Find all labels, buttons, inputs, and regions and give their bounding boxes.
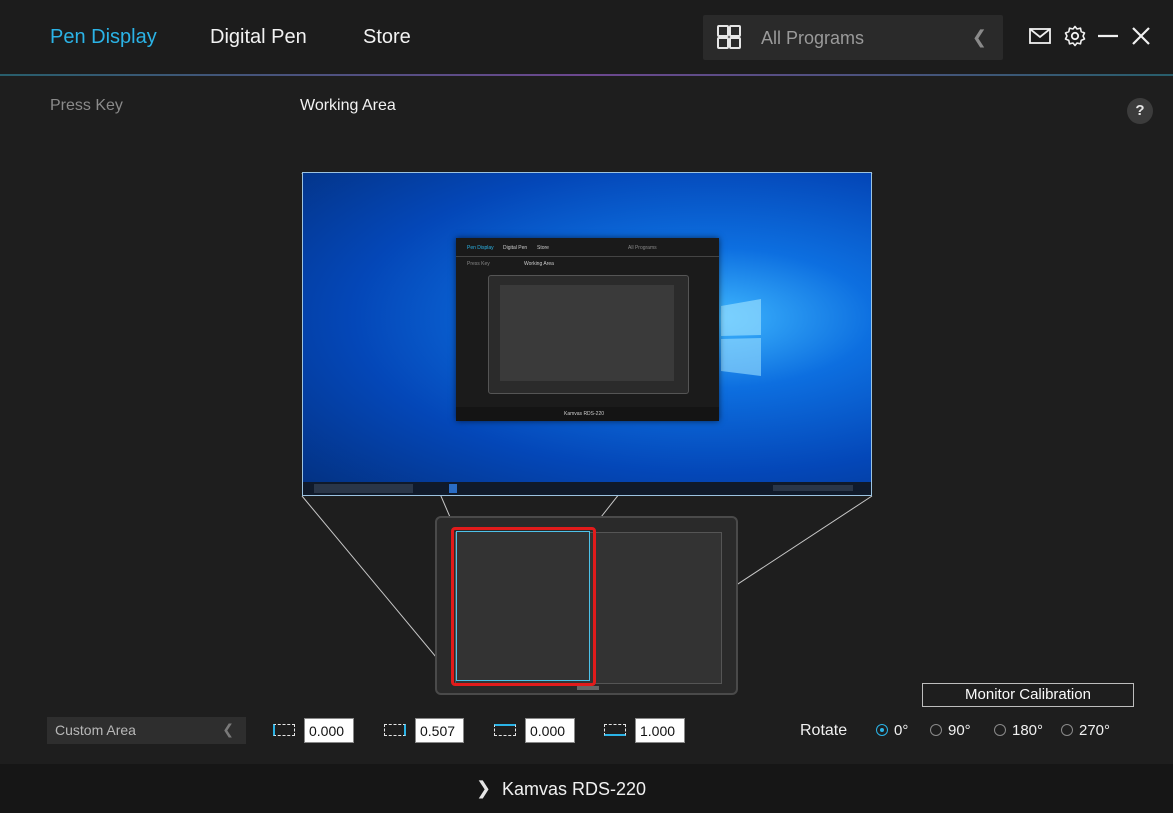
gear-icon[interactable] xyxy=(1063,24,1087,48)
tab-pen-display[interactable]: Pen Display xyxy=(50,26,157,49)
grid-icon xyxy=(717,25,741,49)
minimize-icon[interactable] xyxy=(1096,24,1120,48)
preview-device-name: Kamvas RDS-220 xyxy=(564,411,605,417)
area-bottom-input[interactable] xyxy=(635,718,685,743)
mapped-area-highlight xyxy=(451,527,596,686)
area-top-input[interactable] xyxy=(525,718,575,743)
radio-icon xyxy=(1061,724,1073,736)
bottom-edge-icon xyxy=(604,724,626,736)
subtab-press-key[interactable]: Press Key xyxy=(50,97,123,115)
top-bar: Pen Display Digital Pen Store All Progra… xyxy=(0,0,1173,76)
program-selector[interactable]: All Programs ❮ xyxy=(703,15,1003,60)
device-name: Kamvas RDS-220 xyxy=(502,779,647,799)
tab-store[interactable]: Store xyxy=(363,26,411,49)
preview-tab-digital-pen: Digital Pen xyxy=(503,245,528,251)
preview-subtab-working-area: Working Area xyxy=(524,261,554,267)
rotate-270-radio[interactable]: 270° xyxy=(1061,722,1110,740)
radio-icon xyxy=(930,724,942,736)
area-left-input[interactable] xyxy=(304,718,354,743)
preview-programs-label: All Programs xyxy=(628,245,657,251)
radio-selected-icon xyxy=(876,724,888,736)
area-right-input[interactable] xyxy=(415,718,464,743)
preview-subtab-press-key: Press Key xyxy=(467,261,490,267)
close-icon[interactable] xyxy=(1129,24,1153,48)
top-edge-icon xyxy=(494,724,516,736)
device-footer[interactable]: ❯ Kamvas RDS-220 xyxy=(0,764,1173,813)
chevron-left-icon[interactable]: ❮ xyxy=(972,27,987,48)
program-selector-label: All Programs xyxy=(761,28,865,48)
chevron-right-icon: ❯ xyxy=(476,778,492,798)
help-icon[interactable]: ? xyxy=(1127,98,1153,124)
area-mode-select[interactable]: Custom Area ❮ xyxy=(47,717,246,744)
rotate-0-radio[interactable]: 0° xyxy=(876,722,908,740)
monitor-preview: Pen Display Digital Pen Store All Progra… xyxy=(302,172,872,496)
monitor-calibration-button[interactable]: Monitor Calibration xyxy=(922,683,1134,707)
rotate-label: Rotate xyxy=(800,722,848,739)
subtab-working-area[interactable]: Working Area xyxy=(300,97,396,115)
tablet-brand-mark xyxy=(577,686,599,690)
rotate-90-radio[interactable]: 90° xyxy=(930,722,971,740)
mail-icon[interactable] xyxy=(1028,24,1052,48)
preview-tab-pen-display: Pen Display xyxy=(467,245,494,251)
preview-tab-store: Store xyxy=(537,245,549,251)
area-mode-value: Custom Area xyxy=(55,722,136,738)
tab-digital-pen[interactable]: Digital Pen xyxy=(210,26,307,49)
header-divider xyxy=(0,74,1173,76)
chevron-left-icon: ❮ xyxy=(222,721,234,737)
right-edge-icon xyxy=(384,724,406,736)
rotate-180-radio[interactable]: 180° xyxy=(994,722,1043,740)
preview-taskbar xyxy=(303,482,871,495)
radio-icon xyxy=(994,724,1006,736)
preview-app-window: Pen Display Digital Pen Store All Progra… xyxy=(456,238,719,421)
left-edge-icon xyxy=(273,724,295,736)
